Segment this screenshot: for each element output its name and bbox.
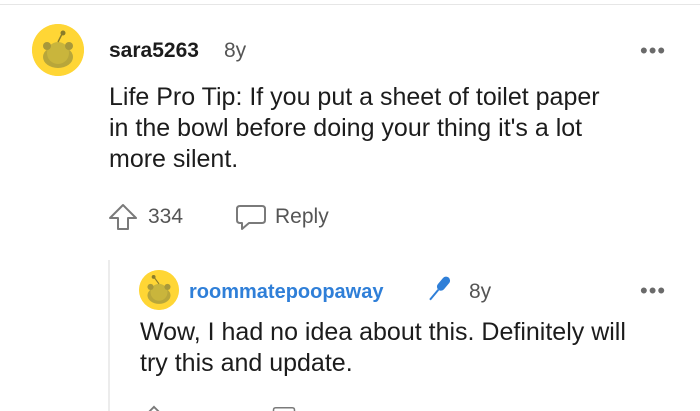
reply-label: Reply	[275, 205, 329, 228]
upvote-arrow-icon	[109, 204, 137, 230]
reply-reply-button[interactable]	[272, 405, 296, 411]
comment-body-line: Life Pro Tip: If you put a sheet of toil…	[109, 83, 600, 111]
comment-username[interactable]: sara5263	[109, 39, 199, 63]
comment-body-line: more silent.	[109, 145, 239, 173]
reply-body-line: try this and update.	[140, 349, 353, 377]
reply-username[interactable]: roommatepoopaway	[189, 280, 383, 304]
comment-body: Life Pro Tip: If you put a sheet of toil…	[109, 82, 600, 175]
microphone-icon	[429, 276, 451, 301]
comment-timestamp: 8y	[224, 39, 247, 62]
thread-line[interactable]	[108, 260, 110, 411]
reply-button[interactable]: Reply	[235, 203, 329, 231]
reply-more-options-button[interactable]: •••	[640, 280, 666, 302]
avatar[interactable]	[32, 24, 84, 76]
reply-upvote-button[interactable]	[140, 405, 168, 411]
more-options-button[interactable]: •••	[640, 40, 666, 62]
comment-body-line: in the bowl before doing your thing it's…	[109, 114, 583, 142]
reply-body: Wow, I had no idea about this. Definitel…	[140, 317, 626, 379]
snoo-avatar-icon	[32, 24, 84, 76]
reply-body-line: Wow, I had no idea about this. Definitel…	[140, 318, 626, 346]
upvote-count: 334	[148, 205, 184, 228]
upvote-arrow-icon	[148, 405, 160, 411]
top-divider	[0, 4, 700, 5]
speech-bubble-icon	[272, 407, 296, 411]
snoo-avatar-icon	[139, 270, 179, 310]
speech-bubble-icon	[236, 205, 266, 230]
reply-timestamp: 8y	[469, 280, 492, 303]
upvote-button[interactable]: 334	[108, 203, 183, 231]
reply-avatar[interactable]	[139, 270, 179, 310]
